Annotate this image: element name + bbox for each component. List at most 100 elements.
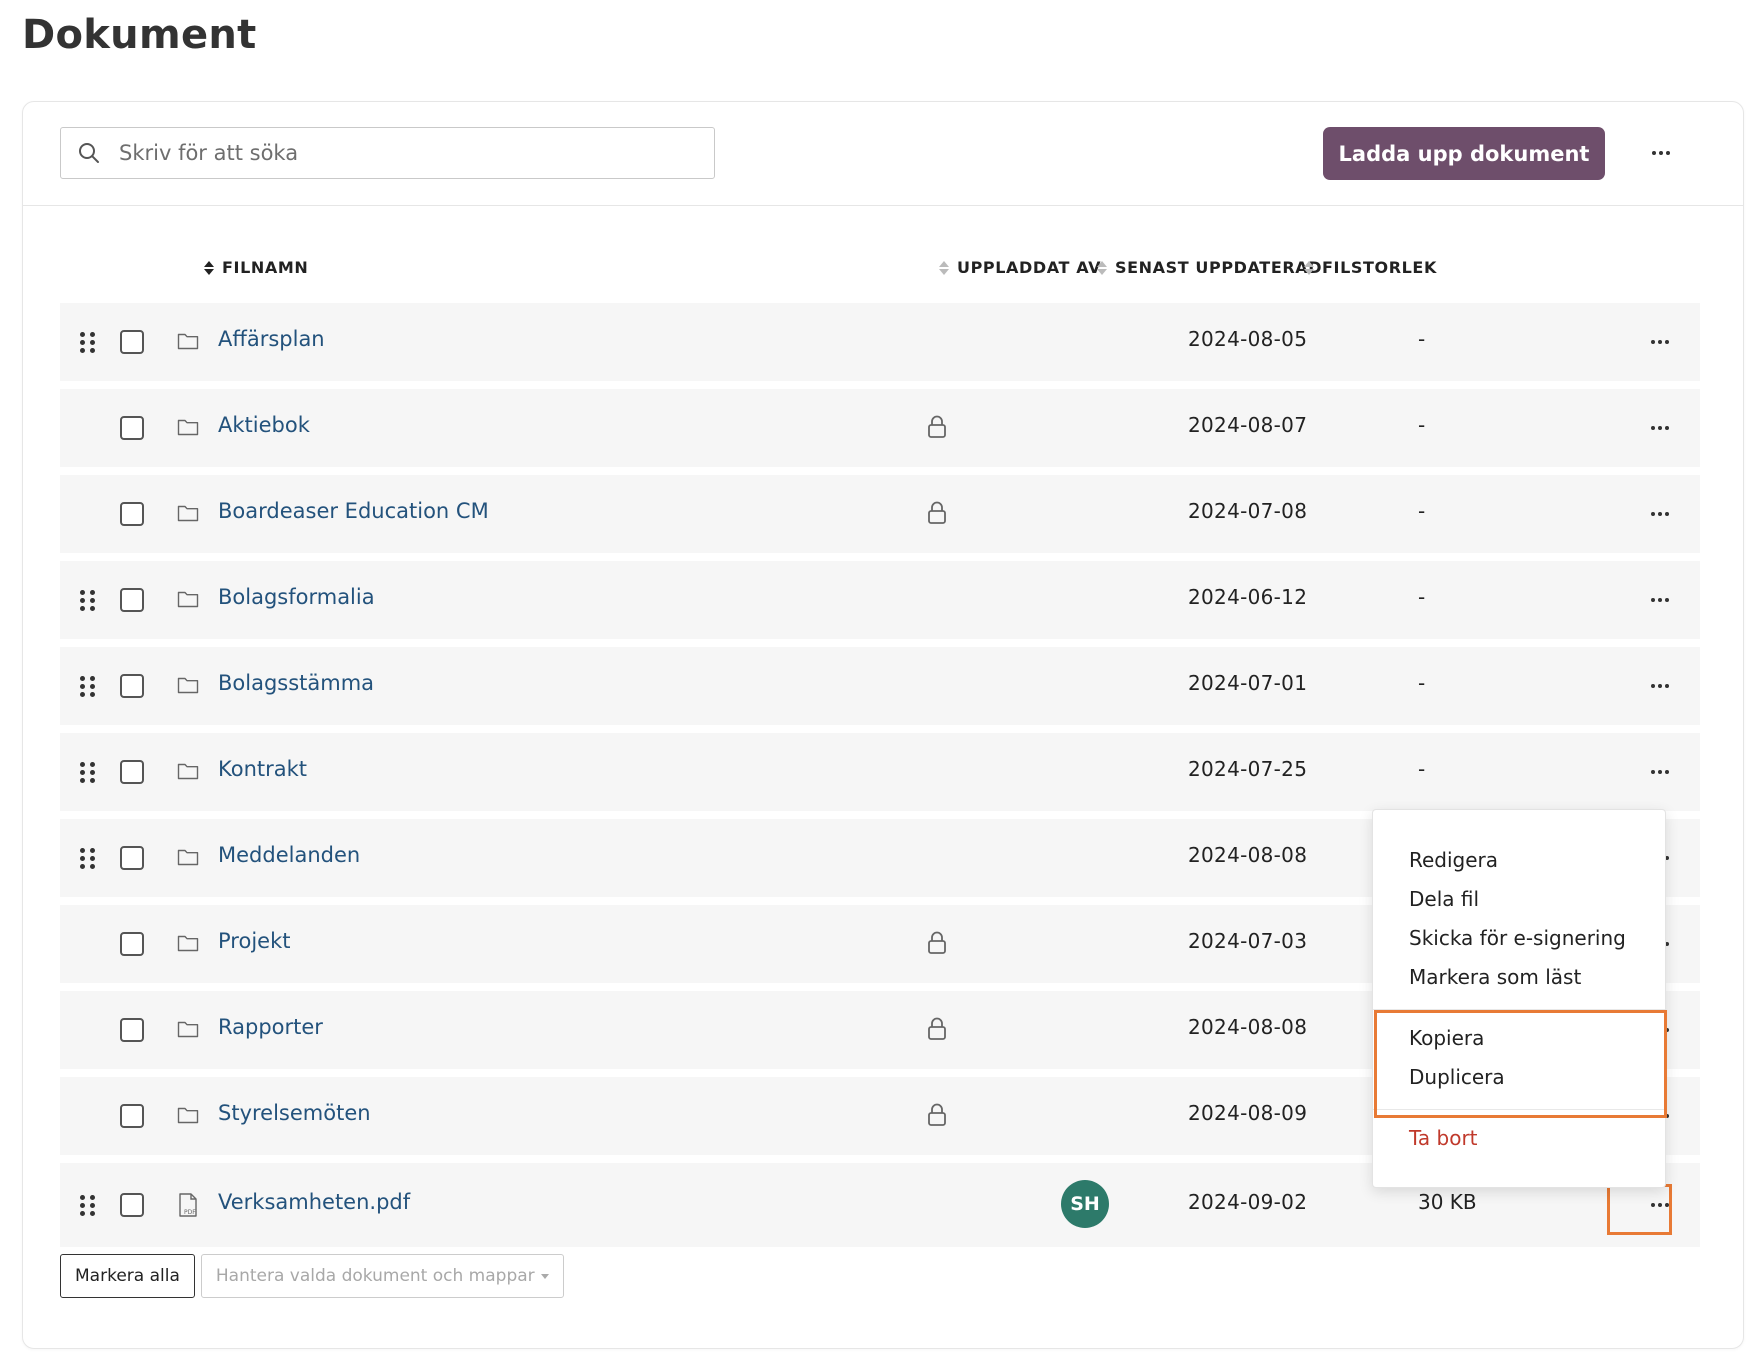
row-more-button[interactable]: [1640, 411, 1680, 445]
last-updated-date: 2024-09-02: [1188, 1190, 1308, 1214]
row-checkbox[interactable]: [120, 502, 144, 526]
table-row[interactable]: Kontrakt 2024-07-25 -: [60, 733, 1700, 811]
table-footer: Markera alla Hantera valda dokument och …: [60, 1254, 564, 1298]
drag-handle-icon[interactable]: [80, 762, 96, 783]
last-updated-date: 2024-07-25: [1188, 757, 1308, 781]
sort-icon: [939, 260, 949, 275]
row-checkbox[interactable]: [120, 588, 144, 612]
folder-icon: [176, 587, 200, 611]
upload-document-button[interactable]: Ladda upp dokument: [1323, 127, 1605, 180]
select-all-button[interactable]: Markera alla: [60, 1254, 195, 1298]
file-name-link[interactable]: Bolagsformalia: [218, 585, 375, 609]
drag-handle-icon[interactable]: [80, 676, 96, 697]
file-name-link[interactable]: Kontrakt: [218, 757, 307, 781]
row-more-button[interactable]: [1640, 583, 1680, 617]
menu-item-esign[interactable]: Skicka för e-signering: [1409, 926, 1626, 950]
search-icon: [77, 141, 101, 165]
folder-icon: [176, 501, 200, 525]
more-options-icon: [1651, 340, 1669, 344]
last-updated-date: 2024-08-08: [1188, 843, 1308, 867]
highlight-copy-group: [1374, 1010, 1667, 1118]
file-size: -: [1418, 585, 1426, 609]
row-checkbox[interactable]: [120, 1104, 144, 1128]
file-size: -: [1418, 671, 1426, 695]
row-checkbox[interactable]: [120, 1193, 144, 1217]
more-options-icon: [1651, 684, 1669, 688]
table-row[interactable]: Bolagsstämma 2024-07-01 -: [60, 647, 1700, 725]
row-checkbox[interactable]: [120, 846, 144, 870]
file-size: -: [1418, 499, 1426, 523]
manage-selected-dropdown[interactable]: Hantera valda dokument och mappar: [200, 1254, 564, 1298]
last-updated-date: 2024-06-12: [1188, 585, 1308, 609]
lock-icon: [926, 930, 948, 956]
lock-icon: [926, 414, 948, 440]
last-updated-date: 2024-07-08: [1188, 499, 1308, 523]
sort-icon: [1304, 260, 1314, 275]
row-checkbox[interactable]: [120, 1018, 144, 1042]
row-checkbox[interactable]: [120, 932, 144, 956]
row-more-button[interactable]: [1640, 497, 1680, 531]
folder-icon: [176, 931, 200, 955]
folder-icon: [176, 329, 200, 353]
column-header-last-updated[interactable]: SENAST UPPDATERAD: [1097, 258, 1322, 277]
last-updated-date: 2024-08-07: [1188, 413, 1308, 437]
file-name-link[interactable]: Projekt: [218, 929, 290, 953]
row-checkbox[interactable]: [120, 416, 144, 440]
file-name-link[interactable]: Bolagsstämma: [218, 671, 374, 695]
last-updated-date: 2024-08-08: [1188, 1015, 1308, 1039]
sort-icon: [204, 260, 214, 275]
search-box[interactable]: [60, 127, 715, 179]
folder-icon: [176, 1103, 200, 1127]
file-name-link[interactable]: Rapporter: [218, 1015, 323, 1039]
table-row[interactable]: Boardeaser Education CM 2024-07-08 -: [60, 475, 1700, 553]
drag-handle-icon[interactable]: [80, 332, 96, 353]
more-options-icon: [1651, 598, 1669, 602]
context-menu: Redigera Dela fil Skicka för e-signering…: [1372, 809, 1666, 1188]
folder-icon: [176, 1017, 200, 1041]
last-updated-date: 2024-07-03: [1188, 929, 1308, 953]
last-updated-date: 2024-08-09: [1188, 1101, 1308, 1125]
more-options-icon: [1652, 151, 1670, 155]
toolbar: Ladda upp dokument: [23, 102, 1743, 206]
lock-icon: [926, 500, 948, 526]
drag-handle-icon[interactable]: [80, 1195, 96, 1216]
column-header-filesize[interactable]: FILSTORLEK: [1304, 258, 1437, 277]
menu-item-delete[interactable]: Ta bort: [1409, 1126, 1478, 1150]
row-more-button[interactable]: [1640, 755, 1680, 789]
menu-item-share[interactable]: Dela fil: [1409, 887, 1479, 911]
table-row[interactable]: Affärsplan 2024-08-05 -: [60, 303, 1700, 381]
file-size: -: [1418, 757, 1426, 781]
drag-handle-icon[interactable]: [80, 590, 96, 611]
row-checkbox[interactable]: [120, 674, 144, 698]
file-name-link[interactable]: Styrelsemöten: [218, 1101, 371, 1125]
page-title: Dokument: [22, 12, 257, 58]
pdf-file-icon: PDF: [176, 1192, 200, 1217]
file-name-link[interactable]: Affärsplan: [218, 327, 325, 351]
file-name-link[interactable]: Boardeaser Education CM: [218, 499, 489, 523]
file-name-link[interactable]: Meddelanden: [218, 843, 360, 867]
file-size: -: [1418, 413, 1426, 437]
last-updated-date: 2024-08-05: [1188, 327, 1308, 351]
table-header: FILNAMN UPPLADDAT AV SENAST UPPDATERAD F…: [23, 254, 1743, 284]
drag-handle-icon[interactable]: [80, 848, 96, 869]
menu-item-mark-read[interactable]: Markera som läst: [1409, 965, 1581, 989]
column-header-uploaded-by[interactable]: UPPLADDAT AV: [939, 258, 1101, 277]
column-header-filename[interactable]: FILNAMN: [204, 258, 308, 277]
more-options-icon: [1651, 512, 1669, 516]
sort-icon: [1097, 260, 1107, 275]
file-name-link[interactable]: Aktiebok: [218, 413, 310, 437]
search-input[interactable]: [117, 140, 681, 166]
last-updated-date: 2024-07-01: [1188, 671, 1308, 695]
highlight-more-button: [1607, 1184, 1672, 1235]
row-checkbox[interactable]: [120, 330, 144, 354]
toolbar-more-button[interactable]: [1641, 138, 1681, 168]
file-size: 30 KB: [1418, 1190, 1477, 1214]
menu-item-edit[interactable]: Redigera: [1409, 848, 1498, 872]
row-more-button[interactable]: [1640, 325, 1680, 359]
file-name-link[interactable]: Verksamheten.pdf: [218, 1190, 410, 1214]
folder-icon: [176, 673, 200, 697]
table-row[interactable]: Bolagsformalia 2024-06-12 -: [60, 561, 1700, 639]
table-row[interactable]: Aktiebok 2024-08-07 -: [60, 389, 1700, 467]
row-checkbox[interactable]: [120, 760, 144, 784]
row-more-button[interactable]: [1640, 669, 1680, 703]
